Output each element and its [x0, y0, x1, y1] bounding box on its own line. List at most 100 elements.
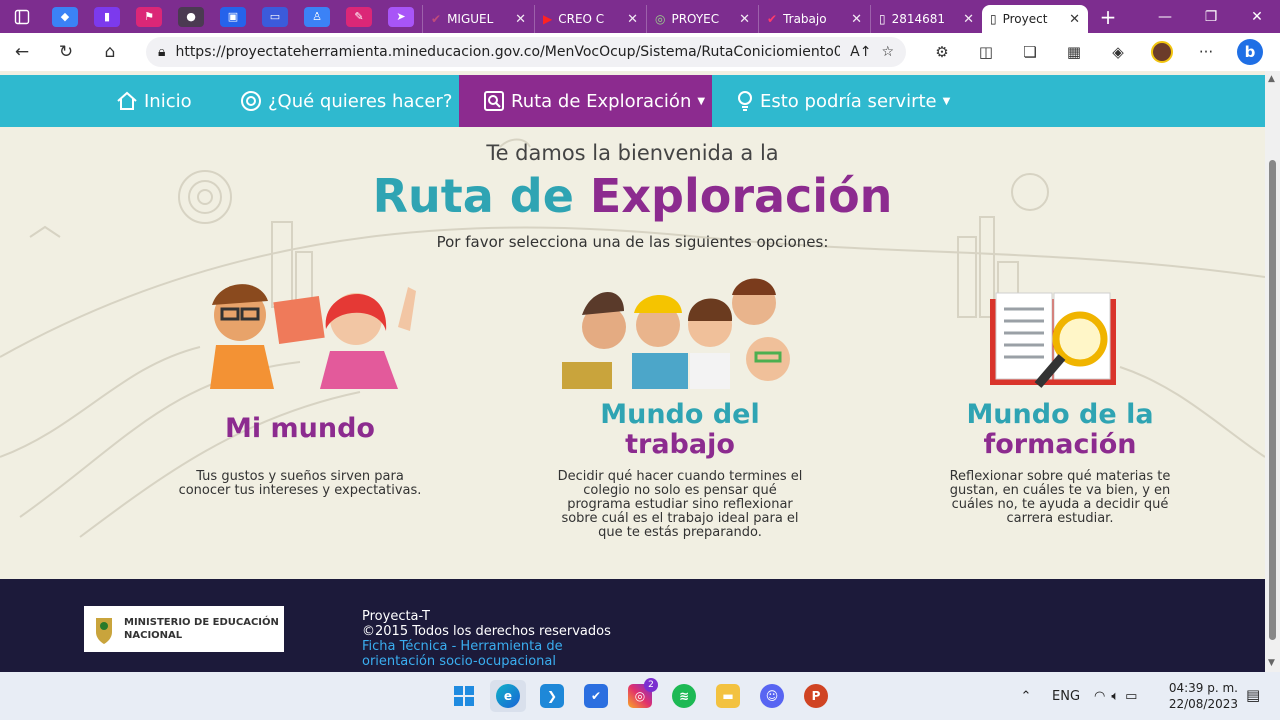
- pinned-tab-2[interactable]: ▮: [86, 0, 128, 33]
- card-title[interactable]: Mi mundo: [180, 414, 420, 444]
- windows-logo-icon: [454, 686, 474, 706]
- chevron-up-icon[interactable]: ⌃: [1016, 689, 1036, 704]
- taskbar-instagram[interactable]: ◎ 2: [622, 678, 658, 712]
- lightbulb-icon: [738, 91, 752, 111]
- app-icon: ▮: [94, 6, 120, 27]
- tab-2[interactable]: ▶ CREO C ✕: [534, 5, 646, 33]
- laptop-icon: ▭: [262, 6, 288, 27]
- url-text[interactable]: https://proyectateherramienta.mineducaci…: [175, 44, 840, 60]
- ministerio-logo[interactable]: MINISTERIO DE EDUCACIÓN NACIONAL: [84, 606, 284, 652]
- pinned-tab-8[interactable]: ✎: [338, 0, 380, 33]
- close-icon[interactable]: ✕: [851, 12, 862, 27]
- paper-plane-icon: ➤: [388, 6, 414, 27]
- taskbar-file-explorer[interactable]: ▬: [710, 680, 746, 712]
- close-window-icon[interactable]: ✕: [1234, 9, 1280, 25]
- close-icon[interactable]: ✕: [1069, 12, 1080, 27]
- profile-avatar-icon[interactable]: [1140, 41, 1184, 63]
- volume-icon[interactable]: 🔈︎: [1111, 689, 1119, 704]
- nav-item-inicio[interactable]: Inicio: [116, 75, 192, 127]
- pinned-tab-4[interactable]: ●: [170, 0, 212, 33]
- performance-icon[interactable]: ◈: [1096, 43, 1140, 61]
- spotify-icon: ≋: [672, 684, 696, 708]
- close-icon[interactable]: ✕: [963, 12, 974, 27]
- ficha-tecnica-link[interactable]: Ficha Técnica - Herramienta de orientaci…: [362, 639, 611, 669]
- kids-illustration[interactable]: [180, 267, 420, 389]
- pinned-tab-9[interactable]: ➤: [380, 0, 422, 33]
- card-title[interactable]: Mundo de la formación: [940, 400, 1180, 460]
- pinned-tab-3[interactable]: ⚑: [128, 0, 170, 33]
- start-button[interactable]: [446, 680, 482, 712]
- tab-5[interactable]: ▯ 2814681 ✕: [870, 5, 982, 33]
- footer-copyright: ©2015 Todos los derechos reservados: [362, 624, 611, 639]
- tab-4[interactable]: ✔ Trabajo ✕: [758, 5, 870, 33]
- page-scrollbar[interactable]: ▲ ▼: [1265, 71, 1280, 672]
- nav-item-esto-podria-servirte[interactable]: Esto podría servirte ▼: [736, 75, 950, 127]
- discord-icon: ☺: [760, 684, 784, 708]
- tab-3-label: PROYEC: [671, 12, 720, 26]
- ficha-tecnica-link-line1[interactable]: Ficha Técnica - Herramienta de: [362, 639, 611, 654]
- extensions-icon[interactable]: ⚙: [920, 43, 964, 61]
- tab-actions-icon[interactable]: [0, 0, 44, 33]
- workers-illustration[interactable]: [562, 267, 798, 389]
- tab-3[interactable]: ◎ PROYEC ✕: [646, 5, 758, 33]
- clock-date: 22/08/2023: [1168, 697, 1238, 711]
- maximize-icon[interactable]: ❐: [1188, 9, 1234, 25]
- main-content: Te damos la bienvenida a la Ruta de Expl…: [0, 127, 1265, 579]
- taskbar-vscode[interactable]: ❯: [534, 680, 570, 712]
- folder-icon: ◆: [52, 6, 78, 27]
- hero-subtitle: Por favor selecciona una de las siguient…: [436, 233, 829, 251]
- browser-toolbar: ← ↻ ⌂ 🔒︎ https://proyectateherramienta.m…: [0, 33, 1280, 71]
- logo-text: MINISTERIO DE EDUCACIÓN NACIONAL: [124, 616, 279, 642]
- language-indicator[interactable]: ENG: [1052, 689, 1080, 704]
- close-icon[interactable]: ✕: [739, 12, 750, 27]
- pinned-tab-1[interactable]: ◆: [44, 0, 86, 33]
- bing-chat-icon[interactable]: b: [1228, 39, 1272, 65]
- card-title[interactable]: Mundo del trabajo: [560, 400, 800, 460]
- pinned-tab-6[interactable]: ▭: [254, 0, 296, 33]
- logo-text-line2: NACIONAL: [124, 630, 183, 641]
- wifi-icon[interactable]: ◠: [1094, 689, 1105, 704]
- minimize-icon[interactable]: —: [1142, 9, 1188, 25]
- pinned-tab-7[interactable]: ♙: [296, 0, 338, 33]
- scroll-down-arrow-icon[interactable]: ▼: [1268, 658, 1275, 668]
- scroll-up-arrow-icon[interactable]: ▲: [1268, 74, 1275, 84]
- notifications-icon[interactable]: ▤: [1246, 686, 1260, 704]
- home-button-icon[interactable]: ⌂: [88, 42, 132, 62]
- hero-title-part1: Ruta de: [372, 169, 574, 223]
- nav-item-label: Inicio: [144, 90, 192, 112]
- card-description: Decidir qué hacer cuando termines el col…: [557, 469, 803, 540]
- system-clock[interactable]: 04:39 p. m. 22/08/2023: [1168, 680, 1238, 712]
- taskbar-powerpoint[interactable]: P: [798, 680, 834, 712]
- address-bar[interactable]: 🔒︎ https://proyectateherramienta.mineduc…: [146, 37, 906, 67]
- close-icon[interactable]: ✕: [515, 12, 526, 27]
- taskbar-edge[interactable]: e: [490, 680, 526, 712]
- refresh-icon[interactable]: ↻: [44, 42, 88, 62]
- math-solver-icon[interactable]: ▦: [1052, 43, 1096, 61]
- back-icon[interactable]: ←: [0, 42, 44, 62]
- tab-4-label: Trabajo: [783, 12, 827, 26]
- split-screen-icon[interactable]: ◫: [964, 43, 1008, 61]
- powerpoint-icon: P: [804, 684, 828, 708]
- nav-item-ruta-de-exploracion[interactable]: Ruta de Exploración ▼: [459, 75, 712, 127]
- close-icon[interactable]: ✕: [627, 12, 638, 27]
- collections-icon[interactable]: ❏: [1008, 43, 1052, 61]
- lock-icon[interactable]: 🔒︎: [158, 44, 165, 60]
- chevron-down-icon: ▼: [697, 95, 706, 107]
- ficha-tecnica-link-line2[interactable]: orientación socio-ocupacional: [362, 654, 611, 669]
- battery-icon[interactable]: ▭: [1125, 689, 1137, 704]
- tab-1[interactable]: ✔ MIGUEL ✕: [422, 5, 534, 33]
- nav-item-que-quieres-hacer[interactable]: ¿Qué quieres hacer?: [240, 75, 452, 127]
- home-icon: [117, 91, 137, 110]
- tab-6-active[interactable]: ▯ Proyect ✕: [982, 5, 1088, 33]
- taskbar-spotify[interactable]: ≋: [666, 680, 702, 712]
- read-aloud-icon[interactable]: A↑: [850, 44, 871, 60]
- book-magnifier-illustration[interactable]: [986, 289, 1120, 389]
- favorite-star-icon[interactable]: ☆: [881, 44, 894, 60]
- scrollbar-thumb[interactable]: [1269, 160, 1276, 640]
- tools-icon: ✎: [346, 6, 372, 27]
- new-tab-button[interactable]: +: [1088, 5, 1128, 29]
- pinned-tab-5[interactable]: ▣: [212, 0, 254, 33]
- taskbar-todo[interactable]: ✔: [578, 680, 614, 712]
- taskbar-discord[interactable]: ☺: [754, 680, 790, 712]
- more-menu-icon[interactable]: ···: [1184, 43, 1228, 61]
